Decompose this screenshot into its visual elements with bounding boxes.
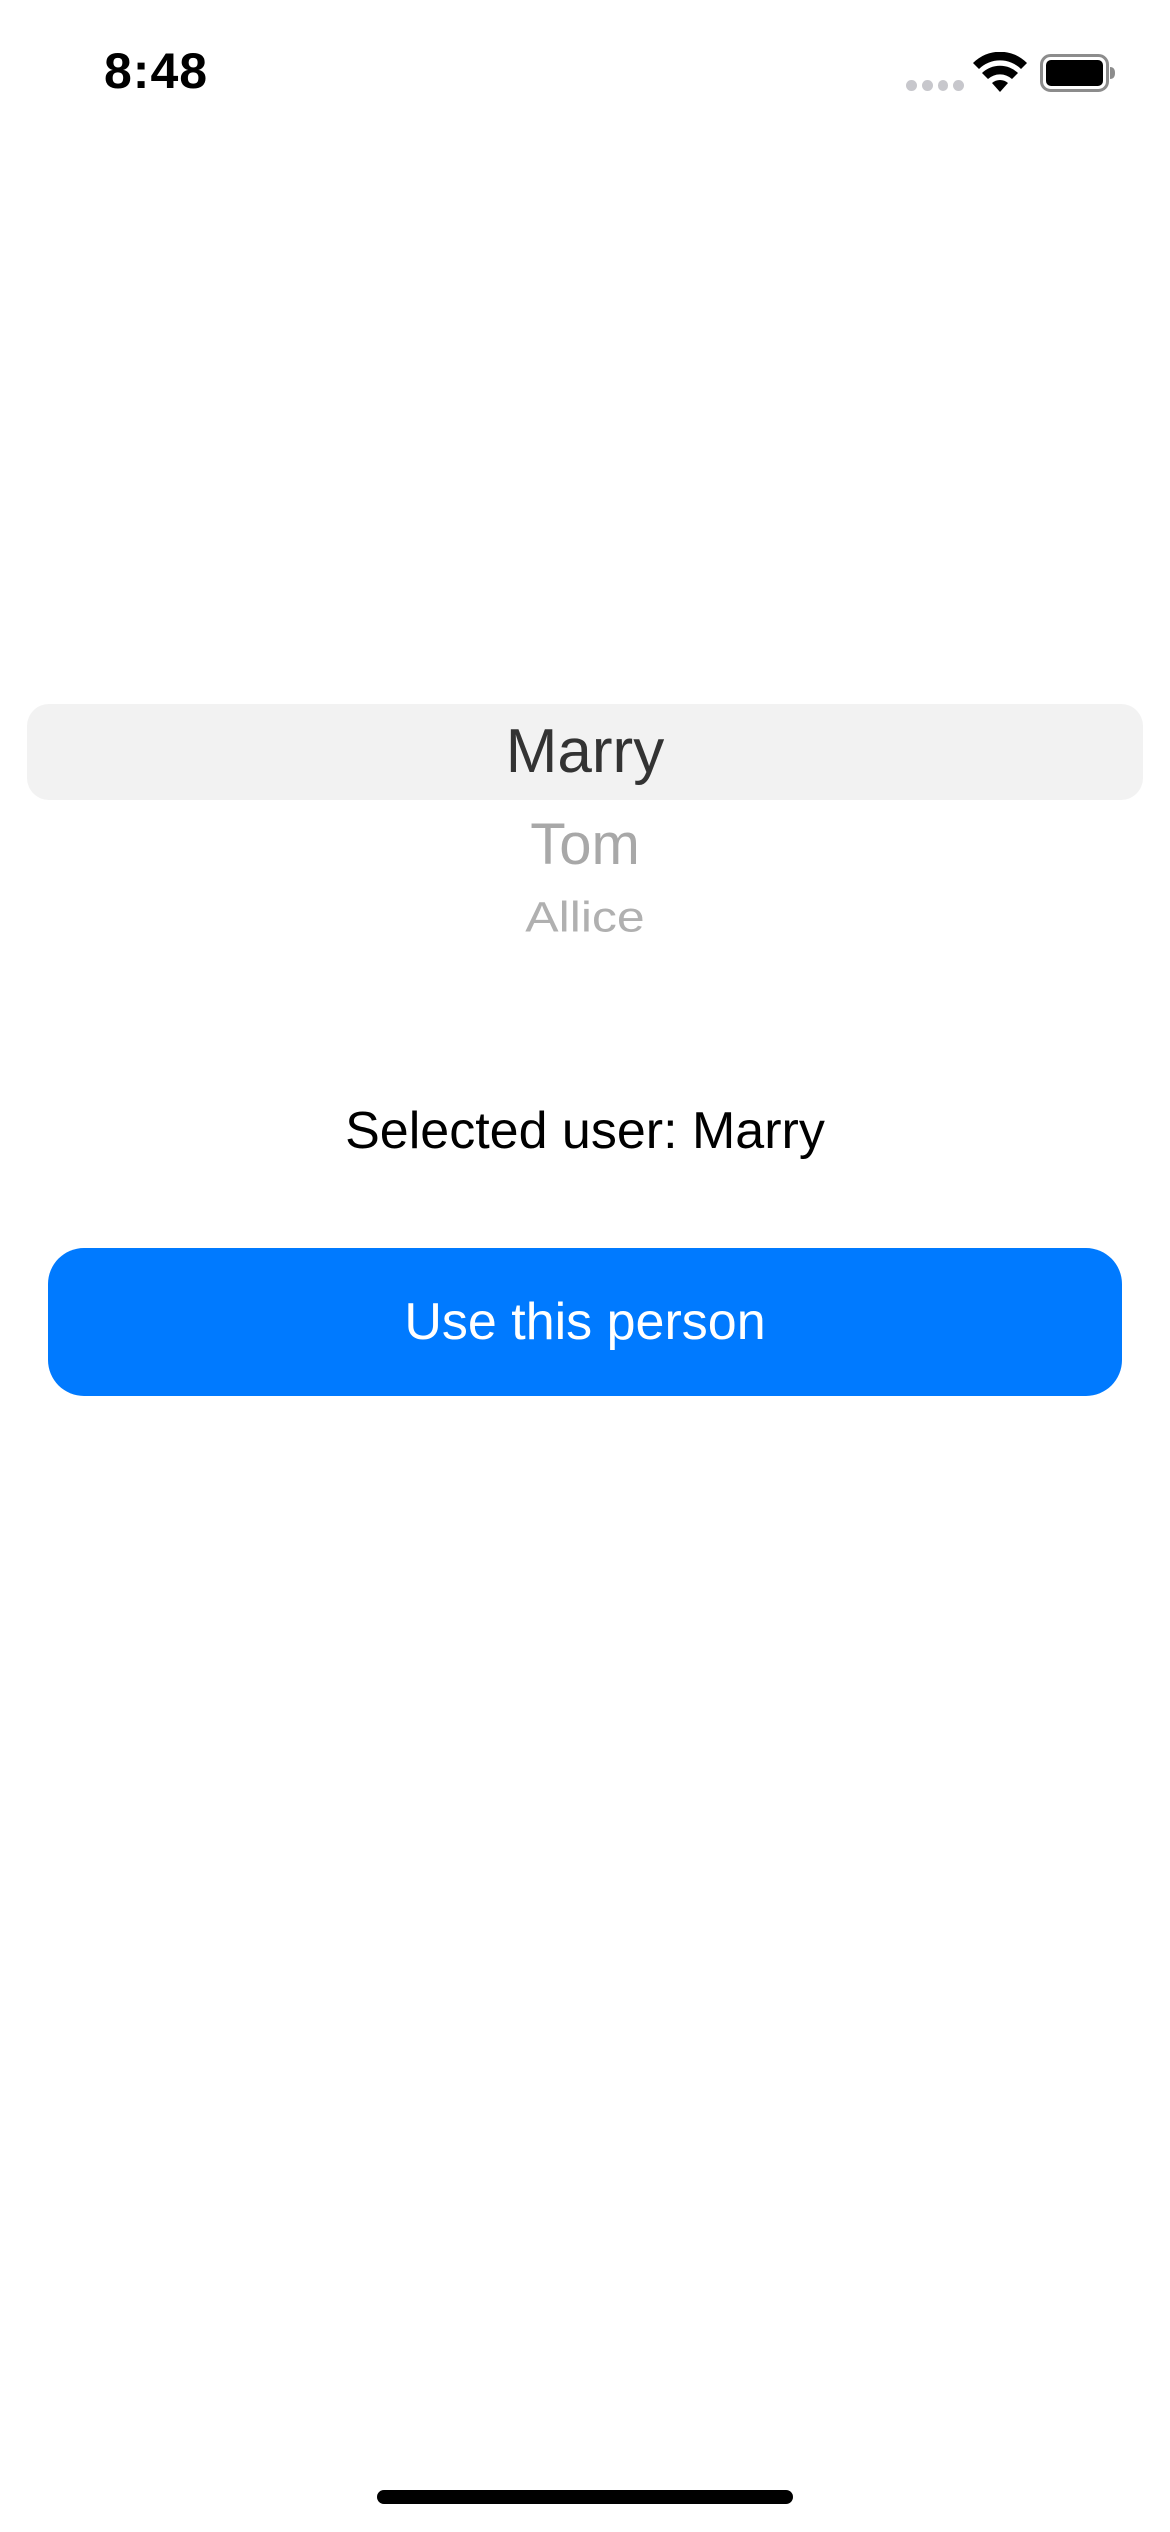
use-this-person-button-label: Use this person bbox=[404, 1293, 766, 1351]
cellular-signal-icon bbox=[906, 80, 964, 92]
use-this-person-button[interactable]: Use this person bbox=[48, 1248, 1122, 1396]
home-indicator[interactable] bbox=[377, 2490, 793, 2504]
status-bar: 8:48 bbox=[0, 0, 1170, 150]
battery-icon bbox=[1040, 54, 1115, 92]
picker-option-selected[interactable]: Marry bbox=[27, 716, 1143, 788]
picker-option[interactable]: Allice bbox=[27, 892, 1143, 942]
wifi-icon bbox=[973, 52, 1027, 92]
user-picker[interactable]: Marry Tom Allice bbox=[27, 704, 1143, 964]
selected-user-label: Selected user: Marry bbox=[345, 1102, 825, 1160]
picker-option[interactable]: Tom bbox=[27, 812, 1143, 878]
status-time: 8:48 bbox=[104, 43, 209, 99]
